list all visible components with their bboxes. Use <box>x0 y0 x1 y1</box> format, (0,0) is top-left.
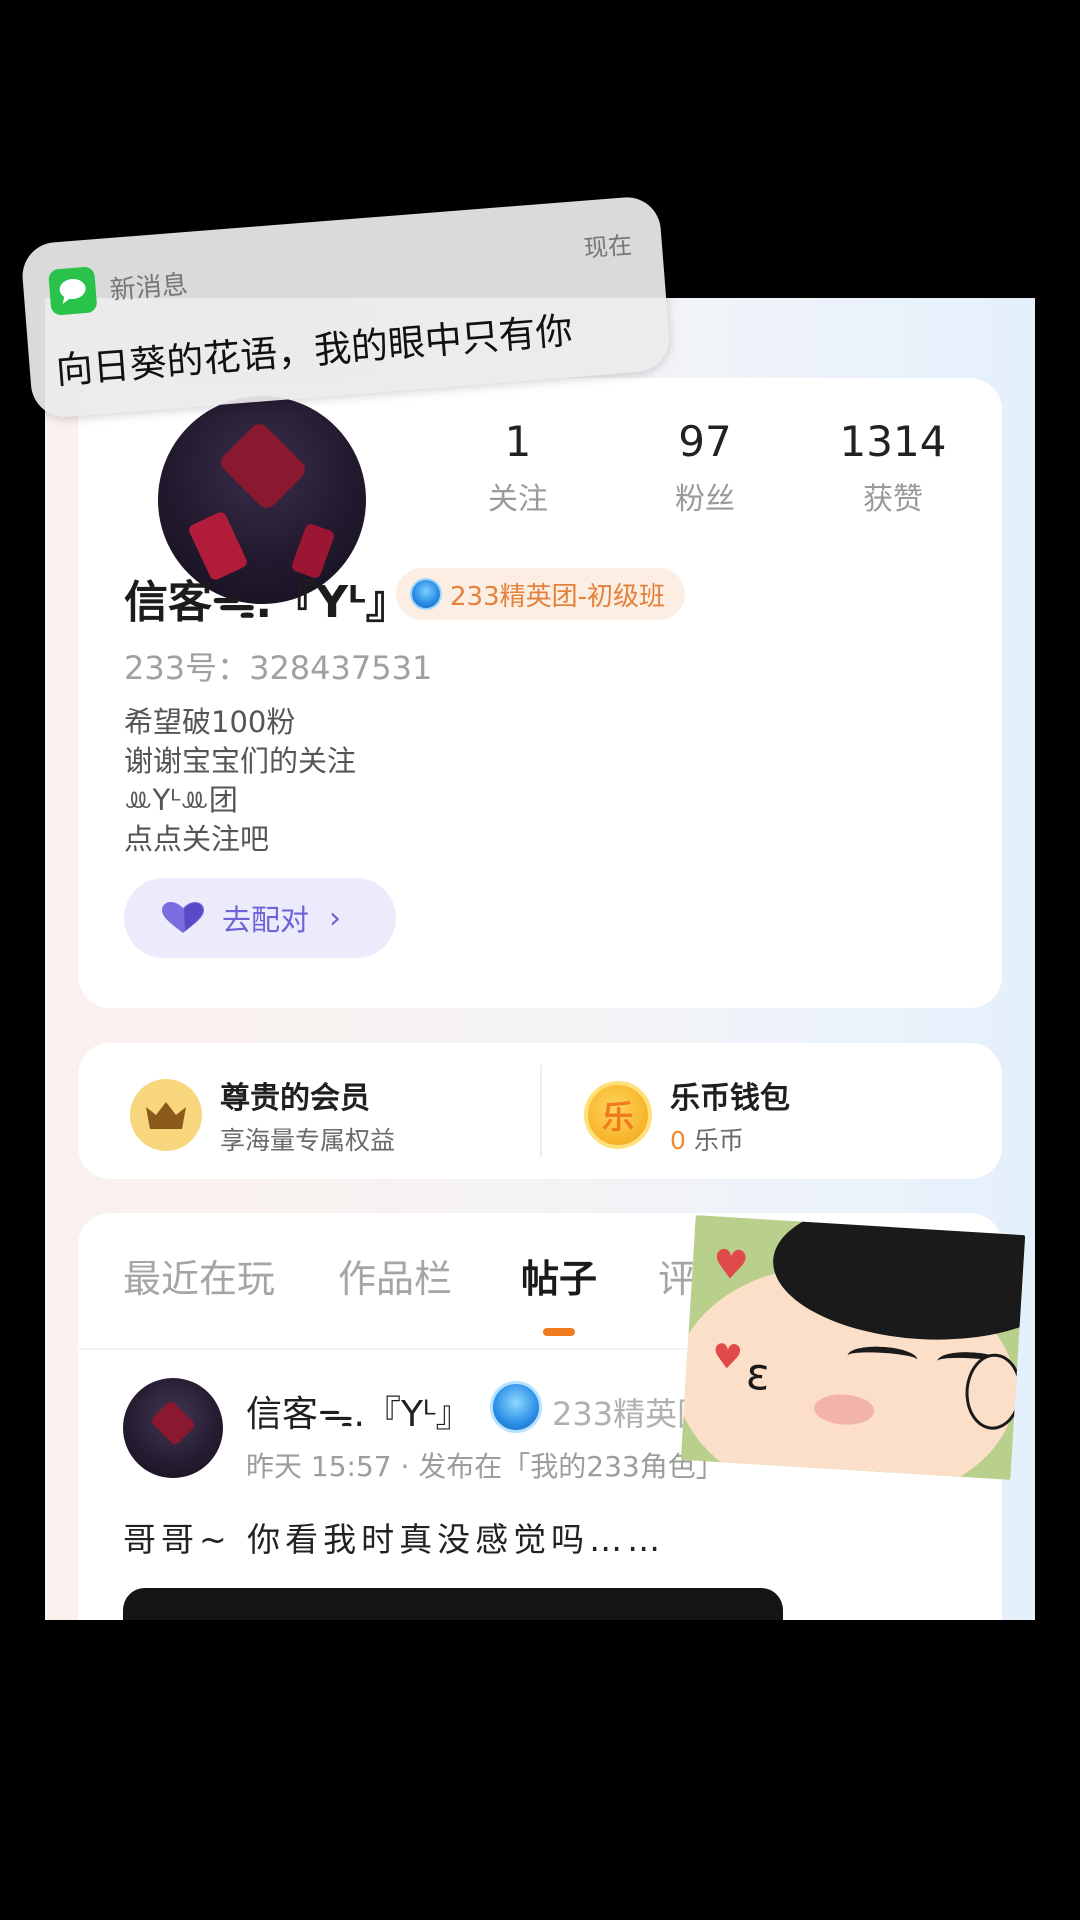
bio-line: 点点关注吧 <box>124 822 270 856</box>
stat-fans[interactable]: 97 粉丝 <box>605 416 805 518</box>
elite-group-badge[interactable]: 233精英团-初级班 <box>396 568 686 620</box>
stat-likes[interactable]: 1314 获赞 <box>793 416 993 518</box>
crown-icon <box>130 1079 202 1151</box>
post-meta: 昨天 15:57 · 发布在「我的233角色」 <box>246 1450 724 1483</box>
notification-message: 向日葵的花语，我的眼中只有你 <box>54 308 575 393</box>
username: 信客ᯓ.『Yᴸ』 <box>124 577 410 628</box>
wallet-balance: 0 乐币 <box>670 1121 790 1157</box>
badge-label: 233精英团-初级班 <box>450 581 666 612</box>
following-count: 1 <box>504 417 532 466</box>
coin-unit: 乐币 <box>693 1126 744 1155</box>
notification-app-name: 新消息 <box>108 270 189 307</box>
tab-works[interactable]: 作品栏 <box>338 1248 452 1303</box>
vip-title: 尊贵的会员 <box>220 1081 370 1116</box>
heart-icon <box>162 902 204 933</box>
post-author-name[interactable]: 信客ᯓ.『Yᴸ』 <box>246 1385 472 1437</box>
tab-posts[interactable]: 帖子 <box>521 1248 597 1303</box>
likes-label: 获赞 <box>863 482 923 517</box>
vip-entry[interactable]: 尊贵的会员 享海量专属权益 <box>130 1073 395 1157</box>
chevron-right-icon: › <box>329 900 342 936</box>
wallet-title: 乐币钱包 <box>670 1081 790 1116</box>
fans-count: 97 <box>678 417 732 466</box>
heart-icon: ♥ <box>710 1336 744 1379</box>
stat-following[interactable]: 1 关注 <box>418 416 618 518</box>
coin-wallet-entry[interactable]: 乐 乐币钱包 0 乐币 <box>584 1073 790 1157</box>
post-image[interactable] <box>123 1588 783 1620</box>
coin-icon: 乐 <box>584 1081 652 1149</box>
match-label: 去配对 <box>222 903 310 937</box>
post-author-avatar[interactable] <box>123 1378 223 1478</box>
coin-amount: 0 <box>670 1126 686 1155</box>
bio-line: 谢谢宝宝们的关注 <box>124 744 357 778</box>
gem-icon <box>490 1381 542 1433</box>
match-button[interactable]: 去配对 › <box>124 878 396 958</box>
sticker-image: ♥ ♥ ε <box>680 1215 1026 1480</box>
bio-line: ꔛYᴸꔛ团 <box>124 783 238 817</box>
bio: 希望破100粉 谢谢宝宝们的关注 ꔛYᴸꔛ团 点点关注吧 <box>124 703 356 859</box>
active-tab-indicator <box>543 1328 575 1336</box>
following-label: 关注 <box>488 482 548 517</box>
notification-time: 现在 <box>582 231 633 263</box>
fans-label: 粉丝 <box>675 482 735 517</box>
vip-subtitle: 享海量专属权益 <box>220 1126 396 1155</box>
tab-recently-played[interactable]: 最近在玩 <box>123 1248 275 1303</box>
user-id: 233号：328437531 <box>124 649 433 687</box>
bio-line: 希望破100粉 <box>124 705 296 739</box>
wallet-card: 尊贵的会员 享海量专属权益 乐 乐币钱包 0 乐币 <box>78 1043 1002 1179</box>
profile-card: 1 关注 97 粉丝 1314 获赞 信客ᯓ.『Yᴸ』 233精英团-初级班 2… <box>78 378 1002 1008</box>
likes-count: 1314 <box>839 417 947 466</box>
divider <box>540 1065 542 1157</box>
post-body[interactable]: 哥哥~ 你看我时真没感觉吗…… <box>123 1513 665 1561</box>
heart-icon: ♥ <box>711 1241 751 1290</box>
message-app-icon <box>48 266 98 316</box>
gem-icon <box>410 578 442 610</box>
